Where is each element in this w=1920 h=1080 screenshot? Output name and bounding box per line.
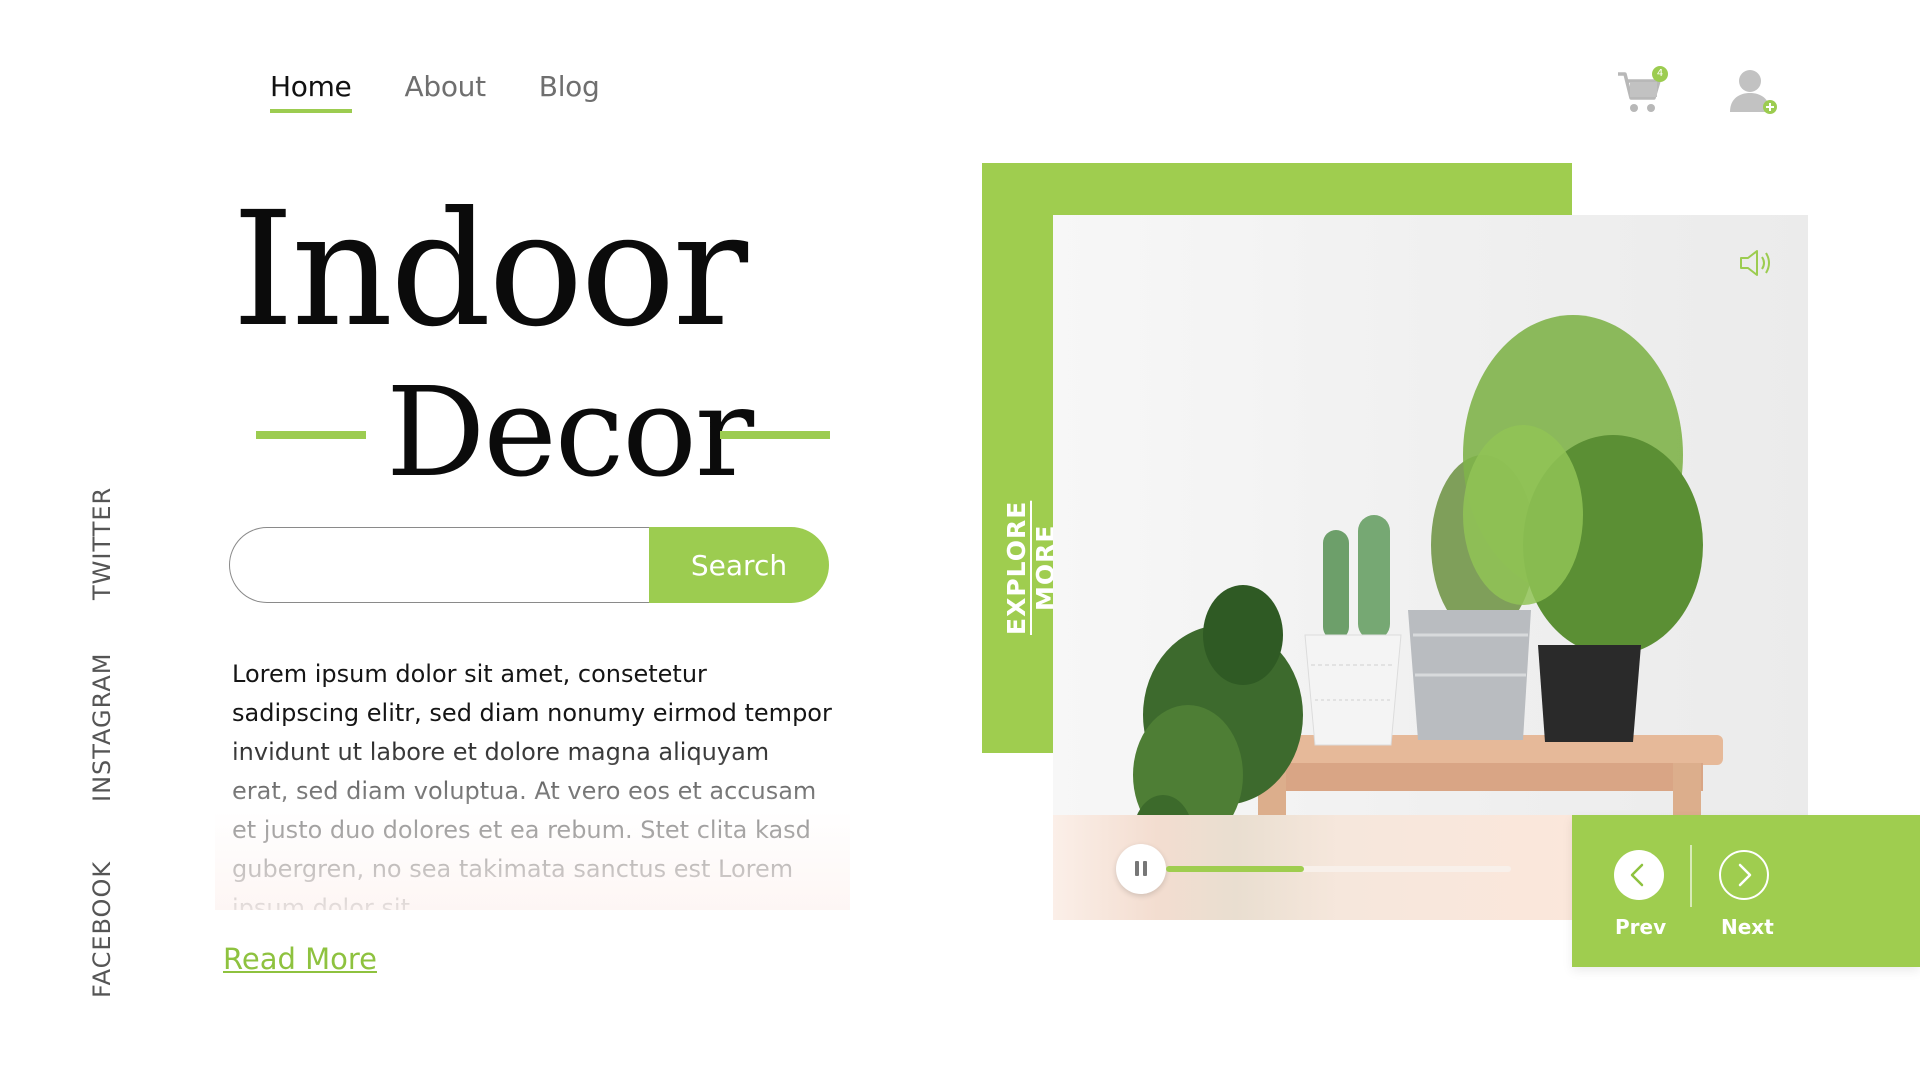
nav-about[interactable]: About: [405, 70, 487, 113]
description-text: Lorem ipsum dolor sit amet, consetetur s…: [232, 660, 832, 910]
hero-title-line2: Decor: [386, 361, 754, 505]
progress-track[interactable]: [1166, 866, 1511, 872]
explore-more-link[interactable]: EXPLORE MORE: [1002, 460, 1060, 675]
progress-fill: [1166, 866, 1304, 872]
carousel-nav-panel: Prev Next: [1572, 815, 1920, 967]
social-link-twitter[interactable]: TWITTER: [88, 487, 120, 600]
description-container: Lorem ipsum dolor sit amet, consetetur s…: [215, 655, 850, 910]
search-button[interactable]: Search: [649, 527, 829, 603]
social-link-instagram[interactable]: INSTAGRAM: [88, 650, 120, 805]
pause-icon-bar-right: [1143, 861, 1147, 876]
hero-title-line2-row: Decor: [256, 368, 830, 498]
nav-home[interactable]: Home: [270, 70, 352, 113]
chevron-left-icon: [1630, 863, 1644, 887]
user-add-icon: [1730, 70, 1777, 114]
nav-blog[interactable]: Blog: [539, 70, 600, 113]
cart-count-badge: 4: [1652, 66, 1668, 82]
read-more-link[interactable]: Read More: [223, 942, 377, 976]
cart-button[interactable]: 4: [1616, 66, 1668, 116]
search-input[interactable]: [229, 527, 649, 603]
pause-button[interactable]: [1116, 844, 1166, 894]
next-label[interactable]: Next: [1721, 915, 1774, 939]
title-accent-line-right: [720, 431, 830, 439]
next-button[interactable]: [1719, 850, 1769, 900]
chevron-right-icon: [1738, 863, 1752, 887]
user-account-button[interactable]: [1728, 68, 1780, 116]
pause-icon-bar-left: [1135, 861, 1139, 876]
prev-button[interactable]: [1614, 850, 1664, 900]
search-bar: Search: [229, 527, 829, 603]
social-link-facebook[interactable]: FACEBOOK: [88, 857, 120, 1002]
carousel-separator: [1690, 845, 1692, 907]
hero-title-line1: Indoor: [232, 178, 748, 362]
main-nav: Home About Blog: [270, 70, 600, 113]
title-accent-line-left: [256, 431, 366, 439]
speaker-icon[interactable]: [1738, 248, 1774, 278]
prev-label[interactable]: Prev: [1615, 915, 1666, 939]
